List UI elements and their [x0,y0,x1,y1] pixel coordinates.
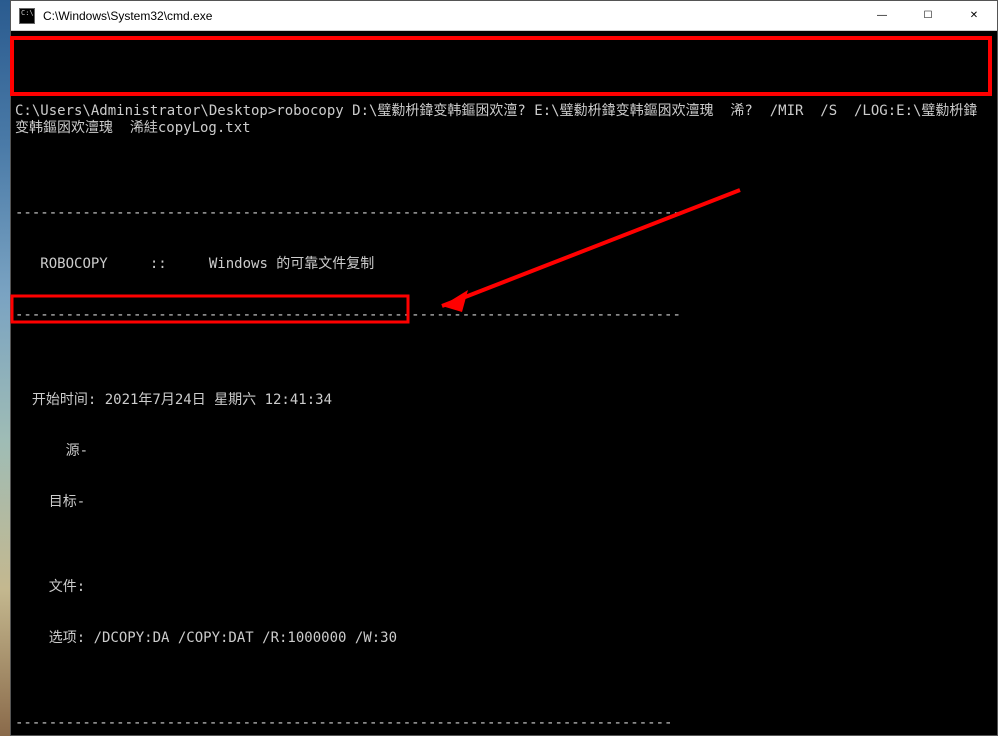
console-line: ----------------------------------------… [15,715,989,732]
console-line-starttime: 开始时间: 2021年7月24日 星期六 12:41:34 [15,392,989,409]
cmd-window: C:\Windows\System32\cmd.exe — ☐ ✕ C:\Use… [10,0,998,736]
minimize-button[interactable]: — [859,1,905,31]
cmd-icon [19,8,35,24]
titlebar[interactable]: C:\Windows\System32\cmd.exe — ☐ ✕ [11,1,997,31]
desktop-background-sliver [0,0,10,736]
close-button[interactable]: ✕ [951,1,997,31]
console-line-options: 选项: /DCOPY:DA /COPY:DAT /R:1000000 /W:30 [15,630,989,647]
window-title: C:\Windows\System32\cmd.exe [43,9,859,23]
console-line: ----------------------------------------… [15,205,989,222]
console-line-source: 源- [15,443,989,460]
console-line-files: 文件: [15,579,989,596]
window-controls: — ☐ ✕ [859,1,997,31]
console-line: ----------------------------------------… [15,307,989,324]
maximize-button[interactable]: ☐ [905,1,951,31]
console-line-command: C:\Users\Administrator\Desktop>robocopy … [15,103,989,137]
console-area[interactable]: C:\Users\Administrator\Desktop>robocopy … [11,31,997,735]
console-line-header: ROBOCOPY :: Windows 的可靠文件复制 [15,256,989,273]
console-line-target: 目标- [15,494,989,511]
